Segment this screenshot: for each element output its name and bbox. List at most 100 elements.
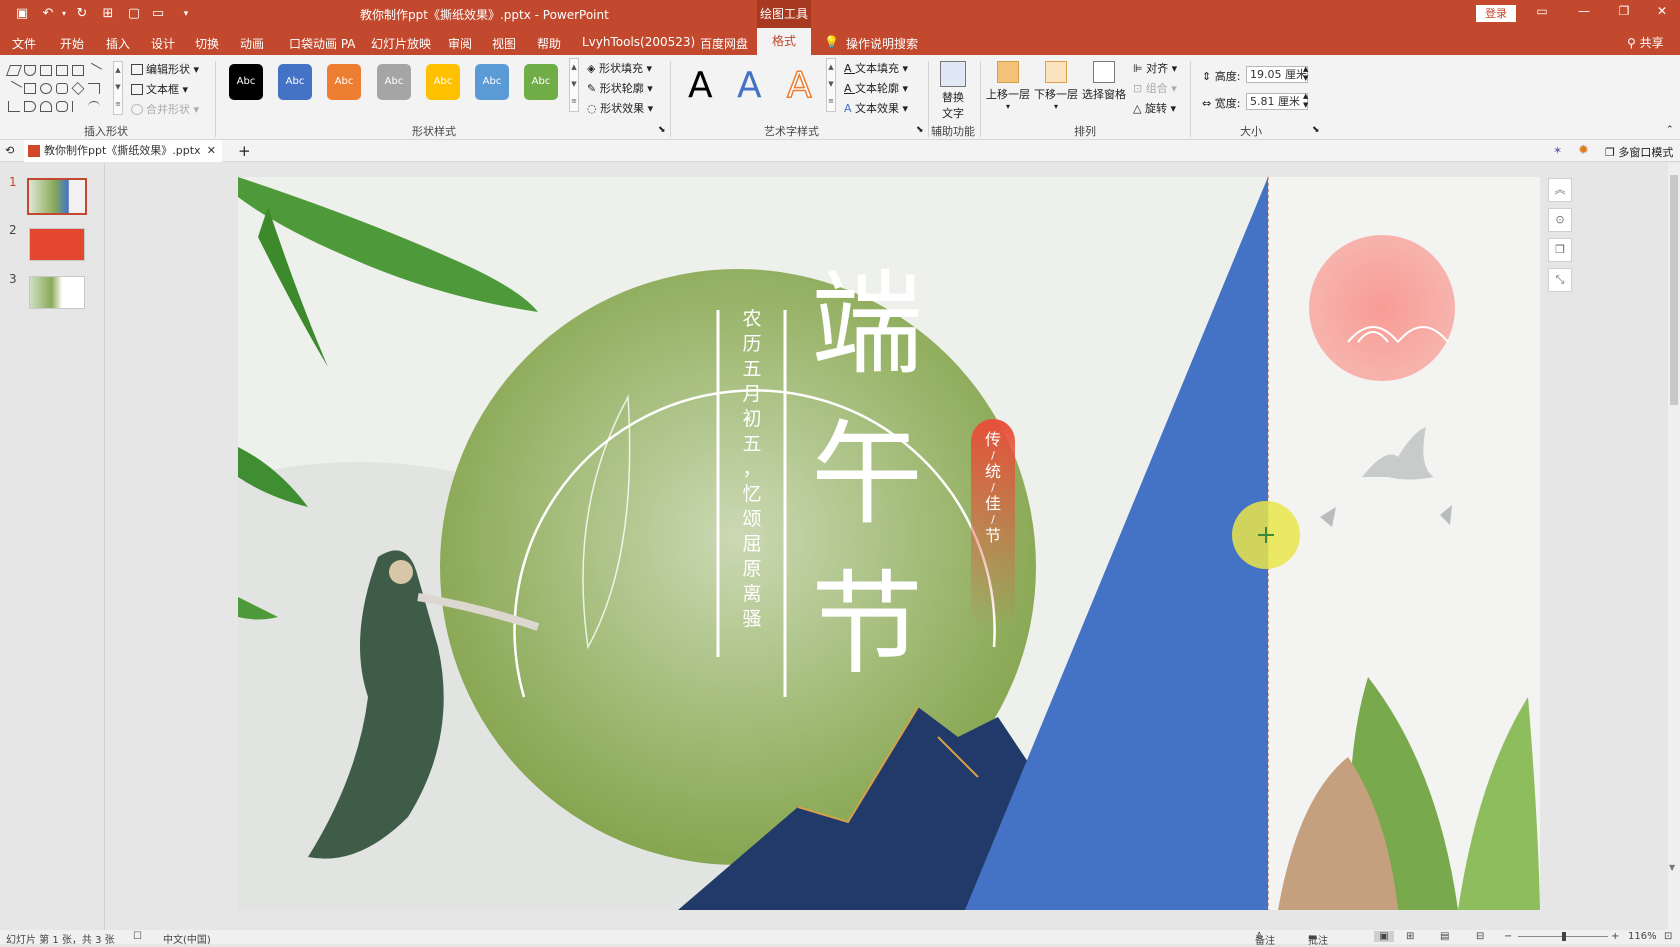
present-icon[interactable]: ⊞ bbox=[100, 6, 116, 22]
width-input[interactable]: 5.81 厘米 bbox=[1246, 93, 1308, 110]
collapse-up-icon[interactable]: ︽ bbox=[1548, 178, 1572, 202]
shape-outline-button[interactable]: ✎ 形状轮廓 ▾ bbox=[587, 80, 653, 96]
shape-rectangle-icon[interactable] bbox=[24, 83, 36, 94]
style-swatch-lightblue[interactable]: Abc bbox=[475, 64, 509, 100]
slide-thumbnail-2[interactable] bbox=[29, 228, 85, 261]
new-file-icon[interactable]: ▢ bbox=[126, 6, 142, 22]
layout-options-icon[interactable]: ⊙ bbox=[1548, 208, 1572, 232]
menu-transitions[interactable]: 切换 bbox=[195, 35, 219, 52]
scroll-down-icon[interactable]: ▼ bbox=[1669, 863, 1675, 872]
crop-icon[interactable]: ⤡ bbox=[1548, 268, 1572, 292]
open-folder-icon[interactable]: ▭ bbox=[150, 6, 166, 22]
menu-help[interactable]: 帮助 bbox=[537, 35, 561, 52]
shapes-gallery[interactable] bbox=[5, 62, 118, 115]
menu-insert[interactable]: 插入 bbox=[106, 35, 130, 52]
style-swatch-blue[interactable]: Abc bbox=[278, 64, 312, 100]
login-button[interactable]: 登录 bbox=[1476, 5, 1516, 22]
menu-design[interactable]: 设计 bbox=[151, 35, 175, 52]
shape-arrow-right-icon[interactable] bbox=[24, 101, 36, 112]
wordart-scroll[interactable]: ▲ ▼ ≡ bbox=[826, 58, 836, 112]
close-tab-icon[interactable]: ✕ bbox=[207, 140, 216, 162]
shape-oval-icon[interactable] bbox=[40, 83, 52, 94]
restore-icon[interactable]: ❐ bbox=[1614, 4, 1634, 22]
shapes-scroll[interactable]: ▲ ▼ ≡ bbox=[113, 61, 123, 115]
menu-lvyhtools[interactable]: LvyhTools(200523) bbox=[582, 35, 695, 49]
shape-diagonal-icon[interactable] bbox=[86, 62, 102, 79]
shape-diamond-icon[interactable] bbox=[71, 81, 85, 96]
collapse-ribbon-icon[interactable]: ⌃ bbox=[1666, 125, 1674, 135]
minimize-icon[interactable]: — bbox=[1574, 4, 1594, 22]
menu-slideshow[interactable]: 幻灯片放映 bbox=[371, 35, 431, 52]
menu-baidu-netdisk[interactable]: 百度网盘 bbox=[700, 35, 748, 52]
close-icon[interactable]: ✕ bbox=[1652, 4, 1672, 22]
align-button[interactable]: ⊫ 对齐 ▾ bbox=[1133, 60, 1177, 76]
menu-review[interactable]: 审阅 bbox=[448, 35, 472, 52]
rotate-button[interactable]: △ 旋转 ▾ bbox=[1133, 100, 1176, 116]
slideshow-view-icon[interactable]: ⊟ bbox=[1476, 931, 1484, 942]
menu-animations[interactable]: 动画 bbox=[240, 35, 264, 52]
selection-pane-button[interactable]: 选择窗格 bbox=[1082, 61, 1126, 102]
ribbon-display-icon[interactable]: ▭ bbox=[1532, 4, 1552, 22]
menu-pocket-animation[interactable]: 口袋动画 PA bbox=[289, 35, 356, 52]
settings-gear-icon[interactable]: ✹ bbox=[1578, 143, 1589, 158]
wordart-launcher-icon[interactable]: ⬊ bbox=[916, 125, 924, 135]
shape-trapezoid-icon[interactable] bbox=[40, 65, 52, 76]
text-effects-button[interactable]: A 文本效果 ▾ bbox=[844, 100, 908, 116]
text-fill-button[interactable]: A 文本填充 ▾ bbox=[844, 60, 908, 76]
style-swatch-black[interactable]: Abc bbox=[229, 64, 263, 100]
shape-rounded-rect-icon[interactable] bbox=[56, 83, 68, 94]
save-icon[interactable]: ▣ bbox=[14, 6, 30, 22]
shape-vertical-textbox-icon[interactable] bbox=[72, 65, 84, 76]
tab-list-icon[interactable]: ⟲ bbox=[5, 144, 14, 157]
bring-forward-button[interactable]: 上移一层 ▾ bbox=[986, 61, 1030, 111]
tell-me-search[interactable]: 操作说明搜索 bbox=[846, 35, 918, 52]
alt-text-button[interactable]: 替换 文字 bbox=[936, 61, 970, 121]
wordart-orange-outline[interactable]: A bbox=[786, 64, 812, 107]
shape-layers-icon[interactable]: ❐ bbox=[1548, 238, 1572, 262]
new-tab-button[interactable]: + bbox=[238, 142, 251, 160]
reading-view-icon[interactable]: ▤ bbox=[1440, 931, 1449, 942]
merge-shapes-button[interactable]: 合并形状 ▾ bbox=[131, 101, 199, 117]
shape-arc-icon[interactable] bbox=[88, 101, 100, 112]
shape-styles-scroll[interactable]: ▲ ▼ ≡ bbox=[569, 58, 579, 112]
group-button[interactable]: ⊡ 组合 ▾ bbox=[1133, 80, 1177, 96]
multi-window-button[interactable]: ❐ 多窗口模式 bbox=[1605, 144, 1673, 160]
shape-freeform-icon[interactable] bbox=[56, 101, 68, 112]
pin-icon[interactable]: ✶ bbox=[1553, 144, 1562, 157]
document-tab[interactable]: 教你制作ppt《撕纸效果》.pptx ✕ bbox=[24, 140, 222, 162]
text-box-button[interactable]: 文本框 ▾ bbox=[131, 81, 188, 97]
text-outline-button[interactable]: A 文本轮廓 ▾ bbox=[844, 80, 908, 96]
menu-file[interactable]: 文件 bbox=[12, 35, 36, 52]
style-swatch-orange[interactable]: Abc bbox=[327, 64, 361, 100]
slide-thumbnail-3[interactable] bbox=[29, 276, 85, 309]
edit-shape-button[interactable]: 编辑形状 ▾ bbox=[131, 61, 199, 77]
size-launcher-icon[interactable]: ⬊ bbox=[1312, 125, 1320, 135]
style-swatch-gray[interactable]: Abc bbox=[377, 64, 411, 100]
tab-format[interactable]: 格式 bbox=[757, 28, 811, 55]
height-spinner[interactable]: ▲ ▼ bbox=[1303, 65, 1308, 83]
shape-textbox-icon[interactable] bbox=[56, 65, 68, 76]
normal-view-icon[interactable]: ▣ bbox=[1374, 931, 1394, 942]
share-button[interactable]: ⚲ 共享 bbox=[1627, 34, 1664, 51]
menu-home[interactable]: 开始 bbox=[60, 35, 84, 52]
redo-icon[interactable]: ↻ bbox=[74, 6, 90, 22]
width-spinner[interactable]: ▲ ▼ bbox=[1303, 92, 1308, 110]
wordart-blue[interactable]: A bbox=[737, 65, 762, 106]
zoom-out-icon[interactable]: − bbox=[1504, 931, 1512, 942]
shape-lightning-icon[interactable] bbox=[72, 101, 84, 112]
spellcheck-icon[interactable]: ☐ bbox=[133, 931, 142, 942]
shape-arrow-down-icon[interactable] bbox=[40, 101, 52, 112]
menu-view[interactable]: 视图 bbox=[492, 35, 516, 52]
wordart-black[interactable]: A bbox=[688, 65, 713, 106]
zoom-level[interactable]: 116% bbox=[1628, 931, 1657, 942]
shape-triangle-icon[interactable] bbox=[24, 65, 36, 76]
send-backward-button[interactable]: 下移一层 ▾ bbox=[1034, 61, 1078, 111]
slide-canvas[interactable]: 端 午 节 农 历 五 月 初 五 ， 忆 颂 屈 原 离 骚 传 / 统 / … bbox=[238, 177, 1540, 910]
height-input[interactable]: 19.05 厘米 bbox=[1246, 66, 1308, 83]
shape-effects-button[interactable]: ◌ 形状效果 ▾ bbox=[587, 100, 653, 116]
scroll-thumb[interactable] bbox=[1670, 175, 1678, 405]
undo-icon[interactable]: ↶ bbox=[40, 6, 56, 22]
vertical-scrollbar[interactable]: ▼ bbox=[1668, 163, 1680, 930]
style-swatch-gold[interactable]: Abc bbox=[426, 64, 460, 100]
fit-slide-icon[interactable]: ⊡ bbox=[1664, 931, 1672, 942]
